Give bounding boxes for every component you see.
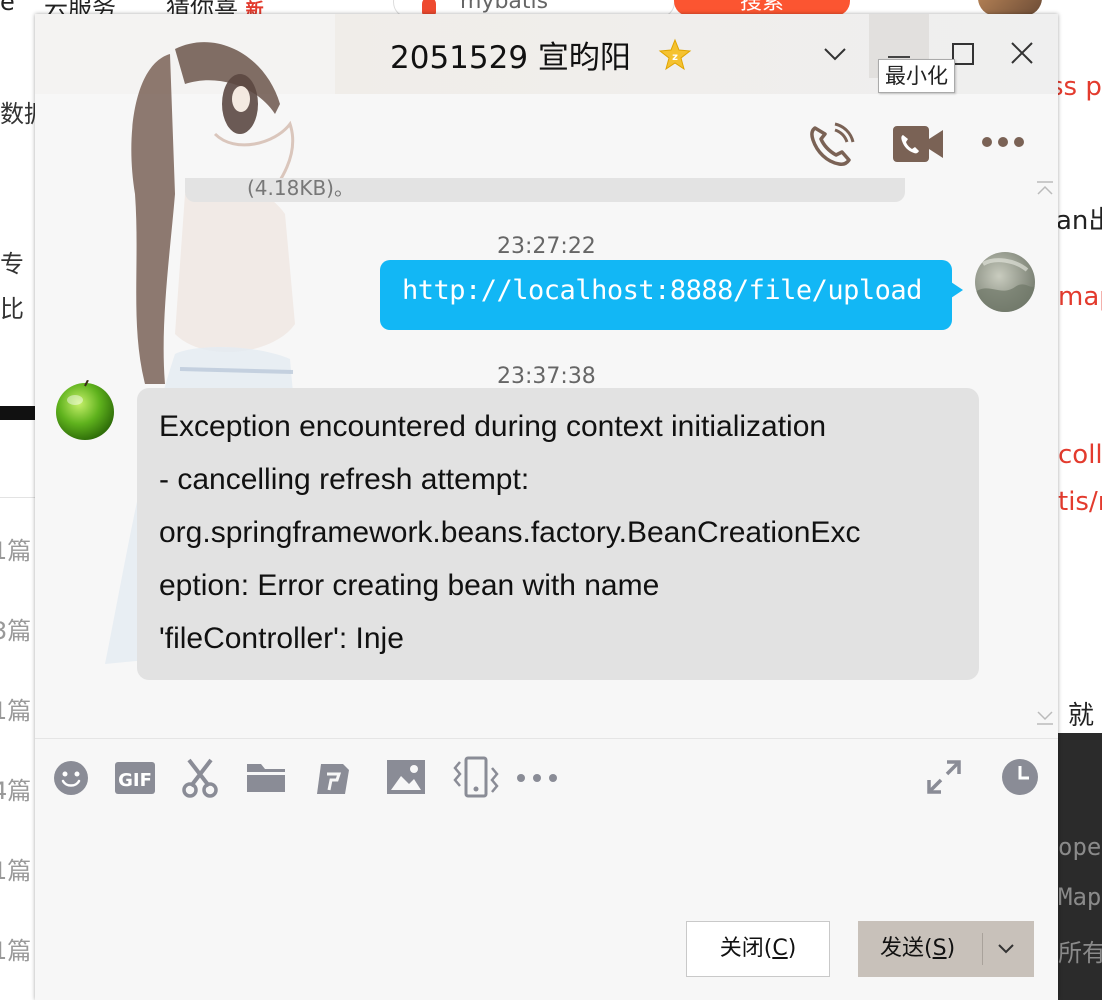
document-icon[interactable] <box>315 760 353 796</box>
minimize-tooltip: 最小化 <box>878 59 955 93</box>
message-line: Exception encountered during context ini… <box>159 410 827 443</box>
message-input[interactable] <box>35 814 1058 914</box>
bg-text: e <box>0 0 15 16</box>
send-button[interactable]: 发送(S) <box>858 921 1034 977</box>
bg-code-text: Map <box>1058 883 1102 911</box>
scroll-up-icon[interactable] <box>1035 180 1055 196</box>
bg-code-text: oper <box>1058 833 1102 861</box>
message-list[interactable]: (4.18KB)。 23:27:22 http://localhost:8888… <box>35 174 1058 734</box>
my-message-bubble[interactable]: http://localhost:8888/file/upload <box>380 260 963 330</box>
more-icon[interactable] <box>981 136 1025 148</box>
previous-message-bubble: (4.18KB)。 <box>185 176 905 202</box>
message-timestamp: 23:37:38 <box>497 364 596 389</box>
close-button-label-end: ) <box>787 936 797 961</box>
composer-divider <box>35 738 1058 739</box>
contact-message-bubble[interactable]: Exception encountered during context ini… <box>137 388 979 680</box>
shake-window-icon[interactable] <box>453 756 499 798</box>
message-line: 'fileController': Inje <box>159 622 404 655</box>
image-icon[interactable] <box>387 760 425 794</box>
send-button-label: 发送(S) <box>880 936 956 961</box>
bg-left-text: 专 <box>0 250 24 278</box>
my-message-text: http://localhost:8888/file/upload <box>402 275 922 306</box>
screenshot-scissors-icon[interactable] <box>181 758 219 798</box>
bg-count: 3篇 <box>0 617 32 645</box>
my-avatar-image <box>975 258 1035 312</box>
bg-code-text: 所有 <box>1058 939 1102 967</box>
bg-count: 1篇 <box>0 937 32 965</box>
gif-label: GIF <box>118 770 152 791</box>
bg-dark-bar <box>0 406 36 420</box>
close-button-hotkey: C <box>772 936 788 961</box>
chevron-down-icon[interactable] <box>994 937 1018 961</box>
history-clock-icon[interactable] <box>1001 758 1039 796</box>
avatar[interactable] <box>55 380 115 440</box>
folder-icon[interactable] <box>247 760 285 794</box>
emoji-icon[interactable] <box>53 760 89 796</box>
message-line: - cancelling refresh attempt: <box>159 463 530 496</box>
bg-count: 1篇 <box>0 857 32 885</box>
close-icon[interactable] <box>1005 36 1039 70</box>
svg-text:z: z <box>672 52 678 63</box>
vip-star-icon[interactable]: z <box>658 38 692 72</box>
bg-count: 4篇 <box>0 777 32 805</box>
previous-message-text: (4.18KB)。 <box>247 176 354 200</box>
chat-window: 2051529 宣昀阳 z 最小化 (4.18KB)。 23:27:22 htt… <box>35 14 1058 1000</box>
bg-right-text: coll <box>1058 440 1102 470</box>
video-call-icon[interactable] <box>893 126 943 162</box>
more-tools-icon[interactable] <box>515 772 559 784</box>
minimize-icon <box>888 56 910 58</box>
bg-divider <box>0 497 36 498</box>
phone-call-icon[interactable] <box>807 122 855 168</box>
expand-icon[interactable] <box>925 758 963 796</box>
gif-icon[interactable]: GIF <box>115 760 155 796</box>
bg-search-text: mybatis <box>460 0 549 14</box>
scroll-down-icon[interactable] <box>1035 710 1055 726</box>
flame-icon <box>422 0 436 15</box>
bg-right-text: tis/r <box>1058 487 1102 517</box>
bg-code-panel: oper Map 所有 <box>1058 733 1102 1000</box>
bg-count: 1篇 <box>0 537 32 565</box>
close-button-label: 关闭( <box>719 936 773 961</box>
contact-name: 2051529 宣昀阳 <box>390 40 631 76</box>
bg-left-text: 比 <box>0 295 24 323</box>
avatar[interactable] <box>975 252 1035 312</box>
chevron-down-icon[interactable] <box>819 38 851 70</box>
close-chat-button[interactable]: 关闭(C) <box>686 921 830 977</box>
bg-right-text: map <box>1058 282 1102 312</box>
green-apple-icon <box>56 380 114 440</box>
bg-count: 1篇 <box>0 697 32 725</box>
bg-right-text: an出 <box>1056 206 1102 236</box>
send-button-divider <box>982 933 983 965</box>
bg-right-text: 就 <box>1068 701 1095 731</box>
message-timestamp: 23:27:22 <box>497 234 596 259</box>
composer-toolbar: GIF <box>35 754 1058 800</box>
message-line: org.springframework.beans.factory.BeanCr… <box>159 516 861 549</box>
message-line: eption: Error creating bean with name <box>159 569 660 602</box>
